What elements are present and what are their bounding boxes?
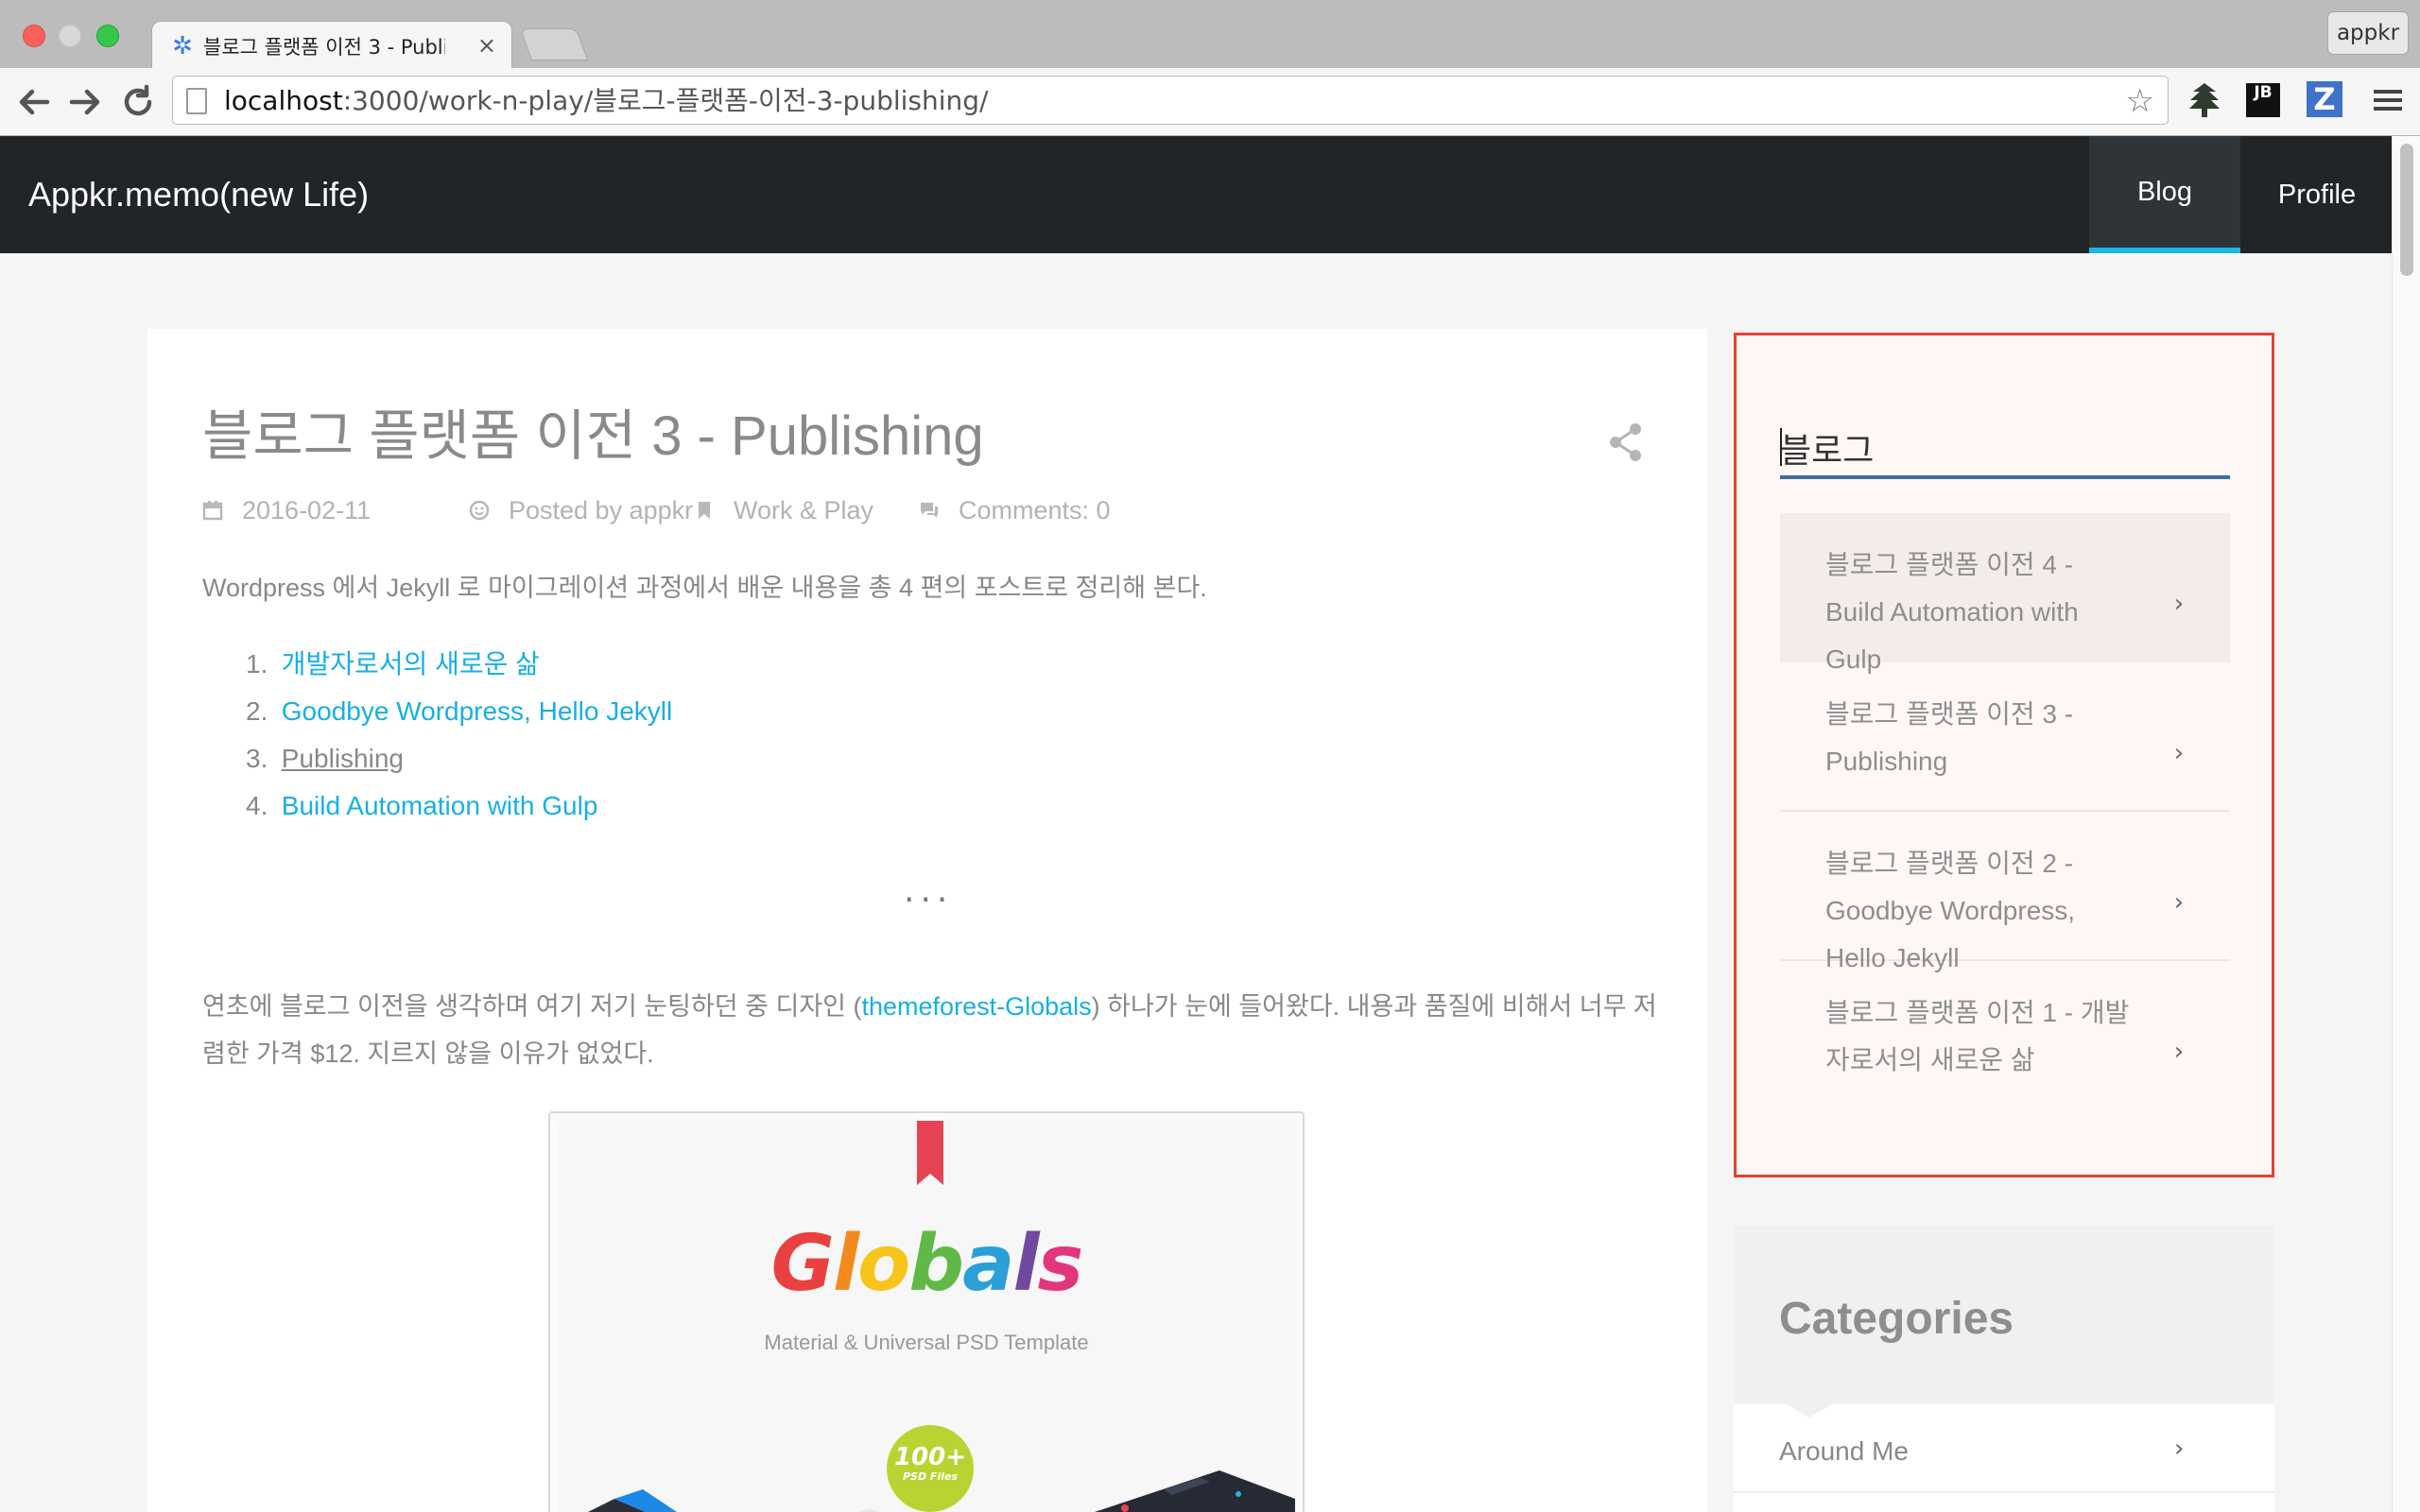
- search-result-title: 블로그 플랫폼 이전 3 - Publishing: [1825, 699, 2074, 776]
- browser-menu-icon[interactable]: [2369, 81, 2407, 119]
- category-item-around-me[interactable]: Around Me ›: [1734, 1406, 2274, 1493]
- close-window-button[interactable]: [23, 25, 45, 47]
- calendar-icon: [202, 501, 223, 521]
- category-label: Around Me: [1779, 1436, 1909, 1466]
- globals-logo: Globals: [558, 1219, 1295, 1310]
- logo-letter: G: [770, 1219, 835, 1309]
- toc-item: 2. Goodbye Wordpress, Hello Jekyll: [246, 688, 672, 735]
- post-title: 블로그 플랫폼 이전 3 - Publishing: [202, 405, 984, 467]
- toc-link[interactable]: 개발자로서의 새로운 삶: [282, 649, 540, 679]
- search-input[interactable]: 블로그: [1780, 426, 2230, 479]
- series-toc: 1. 개발자로서의 새로운 삶 2. Goodbye Wordpress, He…: [246, 641, 672, 830]
- search-result-item[interactable]: 블로그 플랫폼 이전 2 - Goodbye Wordpress, Hello …: [1780, 812, 2230, 972]
- logo-letter: s: [1037, 1219, 1084, 1309]
- page-icon: [186, 88, 207, 114]
- post-article: 블로그 플랫폼 이전 3 - Publishing 2016-02-11 Pos…: [147, 329, 1707, 1512]
- post-category[interactable]: Work & Play: [694, 493, 873, 527]
- search-result-title: 블로그 플랫폼 이전 1 - 개발자로서의 새로운 삶: [1825, 998, 2130, 1074]
- share-icon[interactable]: [1607, 421, 1645, 463]
- ribbon-icon: [917, 1121, 943, 1185]
- toc-number: 2.: [246, 696, 268, 726]
- post-author: Posted by appkr: [469, 493, 693, 527]
- minimize-window-button[interactable]: [59, 25, 81, 47]
- toc-item: 1. 개발자로서의 새로운 삶: [246, 641, 672, 688]
- section-separator: ...: [904, 871, 954, 910]
- categories-title: Categories: [1779, 1294, 2014, 1344]
- preview-canvas: Globals Material & Universal PSD Templat…: [558, 1121, 1295, 1512]
- post-comments[interactable]: Comments: 0: [919, 493, 1111, 527]
- toc-number: 3.: [246, 744, 268, 773]
- search-widget: 블로그 블로그 플랫폼 이전 4 - Build Automation with…: [1734, 333, 2274, 1177]
- browser-tab-active[interactable]: ✲ 블로그 플랫폼 이전 3 - Publishing ×: [151, 21, 512, 70]
- logo-letter: l: [832, 1219, 859, 1309]
- logo-letter: b: [908, 1219, 964, 1309]
- toc-item: 3. Publishing: [246, 735, 672, 782]
- logo-letter: l: [1012, 1219, 1039, 1309]
- post-paragraph: 연초에 블로그 이전을 생각하며 여기 저기 눈팅하던 중 디자인 (theme…: [202, 992, 1657, 1068]
- search-result-item[interactable]: 블로그 플랫폼 이전 3 - Publishing ›: [1780, 662, 2230, 812]
- bookmark-star-icon[interactable]: ☆: [2126, 82, 2154, 120]
- address-bar[interactable]: localhost:3000/work-n-play/블로그-플랫폼-이전-3-…: [172, 76, 2169, 125]
- logo-letter: a: [962, 1219, 1014, 1309]
- tab-title: 블로그 플랫폼 이전 3 - Publishing: [203, 36, 445, 59]
- url-text[interactable]: localhost:3000/work-n-play/블로그-플랫폼-이전-3-…: [224, 84, 988, 118]
- search-result-item[interactable]: 블로그 플랫폼 이전 4 - Build Automation with Gul…: [1780, 513, 2230, 674]
- jetbrains-extension-icon[interactable]: JB: [2246, 83, 2280, 117]
- globals-preview-image[interactable]: Globals Material & Universal PSD Templat…: [548, 1111, 1305, 1512]
- site-navbar: Appkr.memo(new Life) Blog Profile: [0, 136, 2392, 253]
- toc-current-item[interactable]: Publishing: [282, 744, 404, 773]
- favicon-icon: ✲: [172, 32, 193, 60]
- nav-item-profile[interactable]: Profile: [2242, 136, 2392, 253]
- chevron-right-icon: ›: [2173, 888, 2185, 917]
- chevron-right-icon: ›: [2173, 1038, 2185, 1066]
- scrollbar-thumb[interactable]: [2400, 144, 2413, 276]
- themeforest-link[interactable]: themeforest-Globals: [862, 992, 1092, 1021]
- psd-count-badge: 100+ PSD Files: [887, 1425, 974, 1512]
- comments-icon: [921, 503, 938, 518]
- bookmark-icon: [699, 502, 710, 519]
- page-scrollbar[interactable]: [2392, 136, 2420, 1512]
- categories-header: Categories: [1734, 1227, 2274, 1404]
- post-date: 2016-02-11: [202, 493, 371, 527]
- post-intro: Wordpress 에서 Jekyll 로 마이그레이션 과정에서 배운 내용을…: [202, 574, 1207, 602]
- globals-subtitle: Material & Universal PSD Template: [764, 1331, 1089, 1354]
- smiley-icon: [469, 500, 490, 521]
- toc-link[interactable]: Build Automation with Gulp: [282, 791, 598, 820]
- toc-number: 4.: [246, 791, 268, 820]
- chevron-right-icon: ›: [2173, 739, 2185, 767]
- tree-extension-icon[interactable]: [2186, 81, 2223, 119]
- z-extension-icon[interactable]: Z: [2307, 81, 2342, 117]
- search-result-item[interactable]: 블로그 플랫폼 이전 1 - 개발자로서의 새로운 삶 ›: [1780, 961, 2230, 1110]
- toc-item: 4. Build Automation with Gulp: [246, 782, 672, 830]
- browser-profile-button[interactable]: appkr: [2327, 11, 2409, 55]
- forward-arrow-icon[interactable]: [64, 81, 106, 123]
- reload-icon[interactable]: [117, 81, 159, 123]
- toc-link[interactable]: Goodbye Wordpress, Hello Jekyll: [282, 696, 672, 726]
- toc-number: 1.: [246, 649, 268, 679]
- site-brand-link[interactable]: Appkr.memo(new Life): [28, 172, 369, 217]
- logo-letter: o: [857, 1219, 910, 1309]
- chevron-right-icon: ›: [2174, 1435, 2185, 1463]
- tab-close-icon[interactable]: ×: [477, 31, 496, 60]
- browser-titlebar: ✲ 블로그 플랫폼 이전 3 - Publishing × appkr: [0, 0, 2420, 70]
- text-caret: [1780, 428, 1782, 466]
- categories-widget: Categories Around Me ›: [1734, 1227, 2274, 1512]
- nav-item-blog[interactable]: Blog: [2089, 136, 2240, 253]
- back-arrow-icon[interactable]: [13, 81, 55, 123]
- browser-toolbar: localhost:3000/work-n-play/블로그-플랫폼-이전-3-…: [0, 68, 2420, 136]
- new-tab-button[interactable]: [519, 28, 589, 60]
- maximize-window-button[interactable]: [96, 25, 119, 47]
- chevron-right-icon: ›: [2173, 590, 2185, 618]
